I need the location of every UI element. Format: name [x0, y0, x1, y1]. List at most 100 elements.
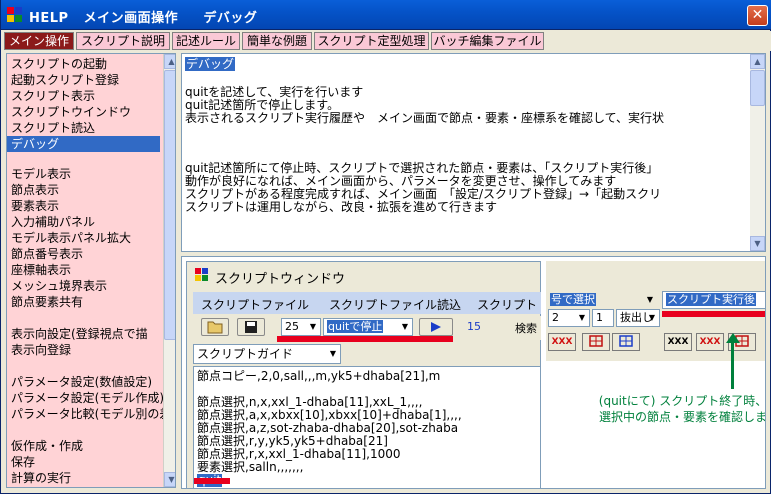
grid-blue-icon[interactable] — [612, 333, 640, 351]
tab-main-operation[interactable]: メイン操作 — [4, 32, 74, 50]
app-icon — [7, 7, 23, 23]
chevron-down-icon: ▼ — [401, 322, 409, 331]
run-after-field[interactable]: スクリプト実行後 — [662, 291, 765, 309]
topic-parameter-numeric[interactable]: パラメータ設定(数値設定) — [11, 374, 152, 390]
save-disk-icon[interactable] — [237, 318, 265, 336]
topic-view-direction-register[interactable]: 表示向登録 — [11, 342, 71, 358]
topic-model-display[interactable]: モデル表示 — [11, 166, 71, 182]
step-value: 15 — [463, 318, 507, 336]
topic-mesh-boundary[interactable]: メッシュ境界表示 — [11, 278, 107, 294]
title-help: HELP — [29, 11, 69, 26]
content-scrollbar[interactable]: ▲ ▼ — [750, 54, 765, 251]
tab-simple-examples[interactable]: 簡単な例題 — [242, 32, 312, 50]
chevron-down-icon: ▼ — [309, 322, 317, 331]
script-window-titlebar: スクリプトウィンドウ — [187, 262, 540, 288]
script-window-title: スクリプトウィンドウ — [215, 272, 346, 287]
search-label: 検索 — [515, 322, 537, 335]
grid-red-icon[interactable] — [582, 333, 610, 351]
scroll-thumb[interactable] — [750, 70, 765, 106]
topic-script-window[interactable]: スクリプトウインドウ — [11, 104, 131, 120]
line-number-value: 25 — [285, 320, 299, 333]
script-editor[interactable]: 節点コピー,2,0,sall,,,m,yk5+dhaba[21],m 節点選択,… — [193, 366, 541, 488]
red-marker — [277, 336, 453, 342]
chevron-down-icon: ▼ — [646, 295, 654, 304]
topic-parameter-model[interactable]: パラメータ設定(モデル作成) — [11, 390, 164, 406]
topic-parameter-compare[interactable]: パラメータ比較(モデル別の差 — [11, 406, 171, 422]
content-heading: デバッグ — [185, 57, 236, 71]
annotation-note: (quitにて) スクリプト終了時、 選択中の節点・要素を確認しま — [598, 393, 766, 425]
chevron-down-icon: ▼ — [329, 349, 337, 358]
select-by-number[interactable]: 号で選択 ▼ — [546, 291, 658, 309]
clear-all-button[interactable]: XXX — [664, 333, 692, 351]
topic-node-element-share[interactable]: 節点要素共有 — [11, 294, 83, 310]
example-screenshot: スクリプトウィンドウ スクリプトファイル スクリプトファイル読込 スクリプト 2… — [181, 256, 766, 489]
scroll-up-icon[interactable]: ▲ — [164, 54, 175, 69]
topic-save[interactable]: 保存 — [11, 454, 35, 470]
tab-bar: メイン操作 スクリプト説明 記述ルール 簡単な例題 スクリプト定型処理 バッチ編… — [1, 31, 771, 51]
annotation-line: (quitにて) スクリプト終了時、 — [598, 394, 766, 408]
content-line: quit記述箇所にて停止時、スクリプトで選択された節点・要素は、「スクリプト実行… — [185, 161, 659, 175]
chevron-down-icon: ▼ — [648, 313, 656, 322]
tab-script-description[interactable]: スクリプト説明 — [76, 32, 170, 50]
menu-script-file-load[interactable]: スクリプトファイル読込 — [329, 296, 461, 313]
content-line: スクリプトがある程度完成すれば、メイン画面 「設定/スクリプト登録」→「起動スク… — [185, 187, 662, 201]
topic-node-number-display[interactable]: 節点番号表示 — [11, 246, 83, 262]
topic-script-display[interactable]: スクリプト表示 — [11, 88, 95, 104]
scroll-up-icon[interactable]: ▲ — [750, 54, 765, 69]
topic-node-display[interactable]: 節点表示 — [11, 182, 59, 198]
title-debug: デバッグ — [203, 11, 258, 26]
content-line: スクリプトは運用しながら、改良・拡張を進めて行きます — [185, 200, 498, 214]
select-by-number-label: 号で選択 — [550, 293, 596, 306]
line-number-select[interactable]: 25 ▼ — [281, 318, 321, 336]
extract-select[interactable]: 抜出し ▼ — [616, 309, 660, 327]
content-line: quitを記述して、実行を行います — [185, 85, 364, 99]
stop-mode-value: quitで停止 — [327, 320, 384, 333]
menu-script-file[interactable]: スクリプトファイル — [201, 296, 309, 313]
topic-list-scrollbar[interactable]: ▲ ▼ — [163, 54, 175, 487]
script-menu-bar: スクリプトファイル スクリプトファイル読込 スクリプト — [193, 292, 541, 314]
help-window: HELP メイン画面操作 デバッグ ✕ メイン操作 スクリプト説明 記述ルール … — [0, 0, 771, 494]
topic-draft-create[interactable]: 仮作成・作成 — [11, 438, 83, 454]
content-line: 表示されるスクリプト実行履歴や メイン画面で節点・要素・座標系を確認して、実行状 — [185, 111, 665, 125]
title-bar: HELP メイン画面操作 デバッグ ✕ — [1, 0, 771, 30]
menu-script[interactable]: スクリプト — [477, 296, 537, 313]
topic-axis-display[interactable]: 座標軸表示 — [11, 262, 71, 278]
scroll-thumb[interactable] — [164, 70, 175, 340]
topic-view-direction-setting[interactable]: 表示向設定(登録視点で描 — [11, 326, 148, 342]
value-a-select[interactable]: 2 ▼ — [548, 309, 590, 327]
close-button[interactable]: ✕ — [747, 5, 768, 26]
tab-script-routine[interactable]: スクリプト定型処理 — [314, 32, 429, 50]
app-icon — [195, 268, 209, 282]
run-after-label: スクリプト実行後 — [666, 293, 756, 306]
clear-red-button[interactable]: XXX — [696, 333, 724, 351]
topic-input-assist-panel[interactable]: 入力補助パネル — [11, 214, 95, 230]
topic-script-launch[interactable]: スクリプトの起動 — [11, 56, 107, 72]
clear-selection-button[interactable]: XXX — [548, 333, 576, 351]
content-line: quit記述箇所で停止します。 — [185, 98, 340, 112]
value-b-field[interactable]: 1 — [592, 309, 614, 327]
topic-script-load[interactable]: スクリプト読込 — [11, 120, 95, 136]
topic-model-panel-enlarge[interactable]: モデル表示パネル拡大 — [11, 230, 131, 246]
content-line: 動作が良好になれば、メイン画面から、パラメータを変更させ、操作してみます — [185, 174, 617, 188]
topic-list[interactable]: スクリプトの起動 起動スクリプト登録 スクリプト表示 スクリプトウインドウ スク… — [6, 53, 176, 488]
script-line: 節点コピー,2,0,sall,,,m,yk5+dhaba[21],m — [197, 369, 441, 383]
script-window: スクリプトウィンドウ スクリプトファイル スクリプトファイル読込 スクリプト 2… — [186, 261, 541, 488]
run-play-icon[interactable] — [419, 318, 453, 336]
topic-element-display[interactable]: 要素表示 — [11, 198, 59, 214]
tab-batch-edit-file[interactable]: バッチ編集ファイル — [431, 32, 544, 50]
topic-debug[interactable]: デバッグ — [7, 136, 160, 152]
topic-startup-script-register[interactable]: 起動スクリプト登録 — [11, 72, 119, 88]
scroll-down-icon[interactable]: ▼ — [164, 472, 175, 487]
script-guide-label: スクリプトガイド — [197, 347, 294, 361]
red-marker — [194, 478, 230, 484]
script-guide-select[interactable]: スクリプトガイド ▼ — [193, 344, 341, 364]
window-title: HELP メイン画面操作 デバッグ — [29, 7, 257, 26]
topic-run-calculation[interactable]: 計算の実行 — [11, 470, 71, 486]
stop-mode-select[interactable]: quitで停止 ▼ — [323, 318, 413, 336]
arrow-shaft — [731, 337, 734, 389]
scroll-down-icon[interactable]: ▼ — [750, 236, 765, 251]
tab-writing-rules[interactable]: 記述ルール — [172, 32, 240, 50]
annotation-line: 選択中の節点・要素を確認しま — [598, 410, 766, 424]
open-folder-icon[interactable] — [201, 318, 229, 336]
value-a: 2 — [552, 311, 559, 324]
